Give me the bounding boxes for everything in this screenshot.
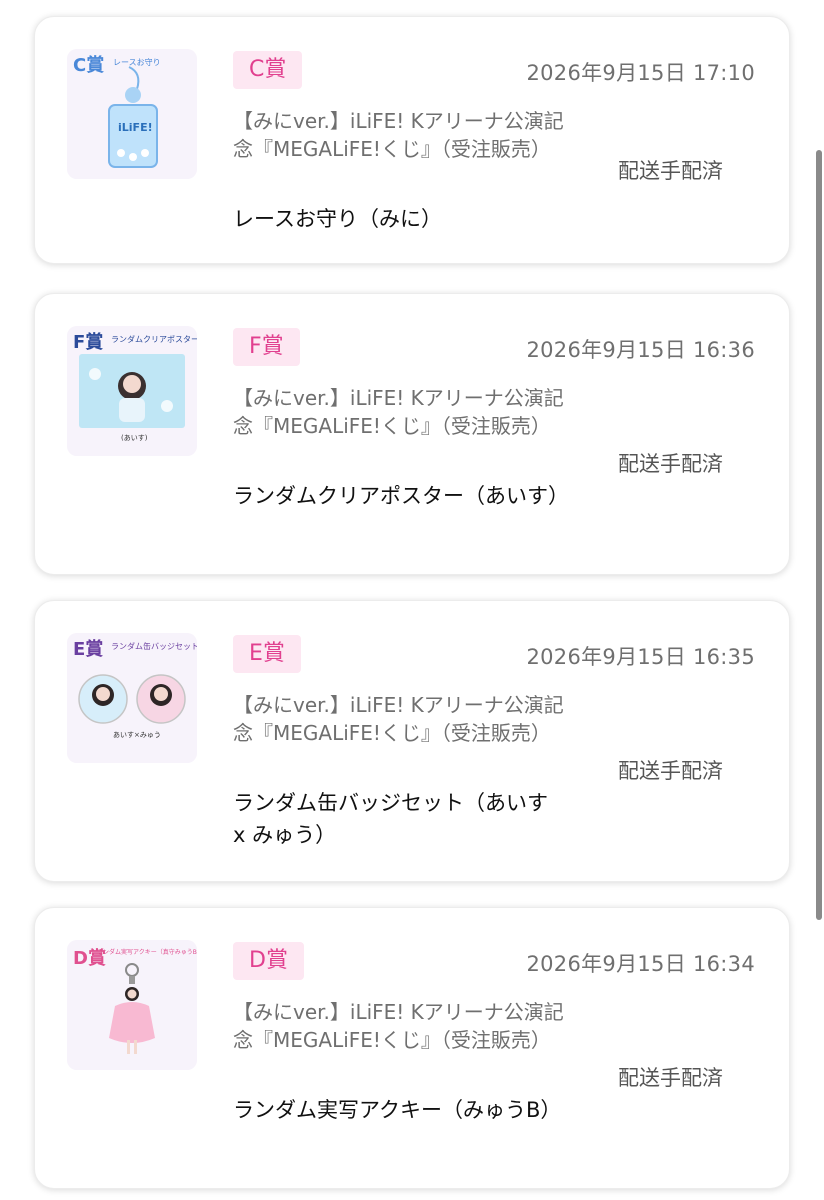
product-thumbnail: C賞 レースお守り iLiFE! <box>67 49 197 179</box>
thumbnail-caption: あいす×みゅう <box>113 731 161 739</box>
order-datetime: 2026年9月15日 16:34 <box>526 952 755 976</box>
clear-poster-image: F賞 ランダムクリアポスター (あいす) <box>67 326 197 456</box>
event-name: 【みにver.】iLiFE! Kアリーナ公演記念『MEGALiFE!くじ』（受注… <box>233 693 564 745</box>
item-name: ランダム缶バッジセット（あいす x みゅう） <box>233 791 548 847</box>
event-name: 【みにver.】iLiFE! Kアリーナ公演記念『MEGALiFE!くじ』（受注… <box>233 386 564 438</box>
order-card[interactable]: F賞 ランダムクリアポスター (あいす) F賞 2026年9月15日 16:36… <box>34 293 790 575</box>
thumbnail-image-text: iLiFE! <box>118 121 153 134</box>
thumbnail-grade: F賞 <box>73 331 103 353</box>
product-thumbnail: E賞 ランダム缶バッジセット あいす×みゅう <box>67 633 197 763</box>
vertical-scrollbar[interactable] <box>816 150 822 920</box>
item-name: ランダムクリアポスター（あいす） <box>233 484 569 508</box>
product-thumbnail: F賞 ランダムクリアポスター (あいす) <box>67 326 197 456</box>
item-name: ランダム実写アクキー（みゅうB） <box>233 1098 562 1122</box>
order-card[interactable]: C賞 レースお守り iLiFE! C賞 2026年9月15日 17:10 【みに… <box>34 16 790 264</box>
thumbnail-title: ランダムクリアポスター <box>111 334 197 344</box>
shipping-status: 配送手配済 <box>618 759 723 783</box>
order-card[interactable]: D賞 ランダム実写アクキー（真守みゅうB） D賞 2026年9月15日 16:3… <box>34 907 790 1189</box>
thumbnail-title: レースお守り <box>113 57 161 67</box>
event-name: 【みにver.】iLiFE! Kアリーナ公演記念『MEGALiFE!くじ』（受注… <box>233 109 564 161</box>
order-datetime: 2026年9月15日 16:36 <box>526 338 755 362</box>
thumbnail-grade: E賞 <box>73 638 103 660</box>
shipping-status: 配送手配済 <box>618 159 723 183</box>
order-datetime: 2026年9月15日 17:10 <box>526 61 755 85</box>
order-datetime: 2026年9月15日 16:35 <box>526 645 755 669</box>
thumbnail-title: ランダム実写アクキー（真守みゅうB） <box>97 948 197 956</box>
product-thumbnail: D賞 ランダム実写アクキー（真守みゅうB） <box>67 940 197 1070</box>
thumbnail-title: ランダム缶バッジセット <box>111 641 197 651</box>
event-name: 【みにver.】iLiFE! Kアリーナ公演記念『MEGALiFE!くじ』（受注… <box>233 1000 564 1052</box>
thumbnail-grade: C賞 <box>73 54 104 76</box>
shipping-status: 配送手配済 <box>618 1066 723 1090</box>
can-badge-set-image: E賞 ランダム缶バッジセット あいす×みゅう <box>67 633 197 763</box>
prize-badge: E賞 <box>233 635 301 673</box>
shipping-status: 配送手配済 <box>618 452 723 476</box>
order-card[interactable]: E賞 ランダム缶バッジセット あいす×みゅう E賞 2026年9月15日 16:… <box>34 600 790 882</box>
acrylic-keychain-image: D賞 ランダム実写アクキー（真守みゅうB） <box>67 940 197 1070</box>
prize-badge: C賞 <box>233 51 303 89</box>
item-name: レースお守り（みに） <box>233 207 442 231</box>
prize-badge: D賞 <box>233 942 304 980</box>
prize-badge: F賞 <box>233 328 300 366</box>
thumbnail-caption: (あいす) <box>121 434 148 442</box>
lace-charm-image: C賞 レースお守り iLiFE! <box>67 49 197 179</box>
